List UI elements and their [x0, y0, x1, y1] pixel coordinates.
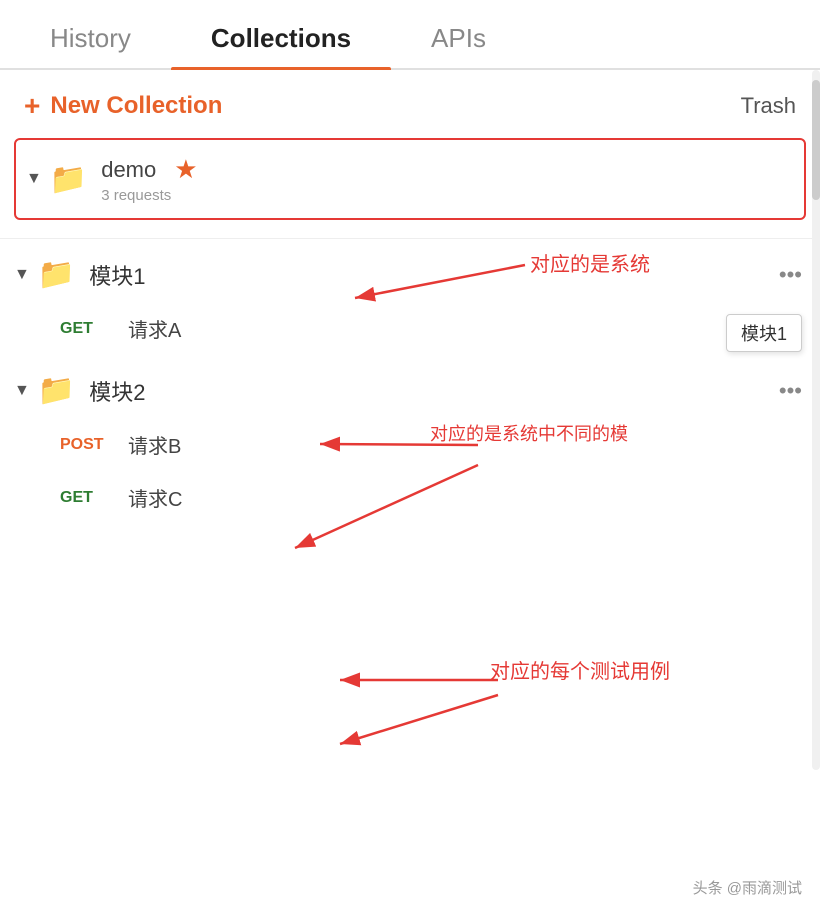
post-badge-b: POST: [60, 436, 112, 454]
module1-header: ▼ 📁 模块1 •••: [0, 239, 820, 302]
request-b-name: 请求B: [128, 430, 181, 459]
module1-tooltip: 模块1: [726, 314, 802, 352]
tab-history[interactable]: History: [10, 13, 171, 68]
trash-button[interactable]: Trash: [741, 93, 796, 119]
module1-name: 模块1: [89, 259, 779, 291]
folder-icon: 📁: [50, 162, 87, 197]
demo-collection-item[interactable]: ▼ 📁 demo ★ 3 requests: [14, 138, 806, 220]
request-b-item[interactable]: POST 请求B: [0, 418, 820, 471]
request-c-item[interactable]: GET 请求C: [0, 471, 820, 524]
module2-name: 模块2: [89, 375, 779, 407]
toolbar: + New Collection Trash: [0, 70, 820, 138]
new-collection-label: New Collection: [50, 92, 222, 120]
tab-apis[interactable]: APIs: [391, 13, 526, 68]
module1-chevron[interactable]: ▼: [14, 266, 30, 284]
star-icon: ★: [174, 154, 197, 185]
tab-collections[interactable]: Collections: [171, 13, 391, 68]
demo-name: demo: [101, 157, 156, 183]
request-a-item[interactable]: GET 请求A 模块1: [0, 302, 820, 355]
request-a-name: 请求A: [128, 314, 181, 343]
module2-header: ▼ 📁 模块2 •••: [0, 355, 820, 418]
demo-sub: 3 requests: [101, 187, 788, 204]
scrollbar[interactable]: [812, 70, 820, 770]
module1-folder-icon: 📁: [38, 257, 75, 292]
collection-list: ▼ 📁 demo ★ 3 requests ▼ 📁 模块1 ••• GET 请求…: [0, 138, 820, 524]
new-collection-button[interactable]: + New Collection: [24, 90, 222, 122]
module2-chevron[interactable]: ▼: [14, 382, 30, 400]
get-badge-a: GET: [60, 320, 112, 338]
plus-icon: +: [24, 90, 40, 122]
chevron-icon[interactable]: ▼: [26, 170, 42, 188]
module2-folder-icon: 📁: [38, 373, 75, 408]
scrollbar-thumb[interactable]: [812, 80, 820, 200]
module1-dots-icon[interactable]: •••: [779, 262, 802, 288]
annotation-testcases: 对应的每个测试用例: [490, 655, 670, 684]
annotation-modules: 对应的是系统中不同的模: [430, 420, 628, 446]
demo-info: demo ★ 3 requests: [101, 154, 788, 204]
annotation-system: 对应的是系统: [530, 248, 650, 277]
request-c-name: 请求C: [128, 483, 182, 512]
get-badge-c: GET: [60, 489, 112, 507]
tab-bar: History Collections APIs: [0, 0, 820, 70]
watermark: 头条 @雨滴测试: [693, 877, 802, 898]
module2-dots-icon[interactable]: •••: [779, 378, 802, 404]
